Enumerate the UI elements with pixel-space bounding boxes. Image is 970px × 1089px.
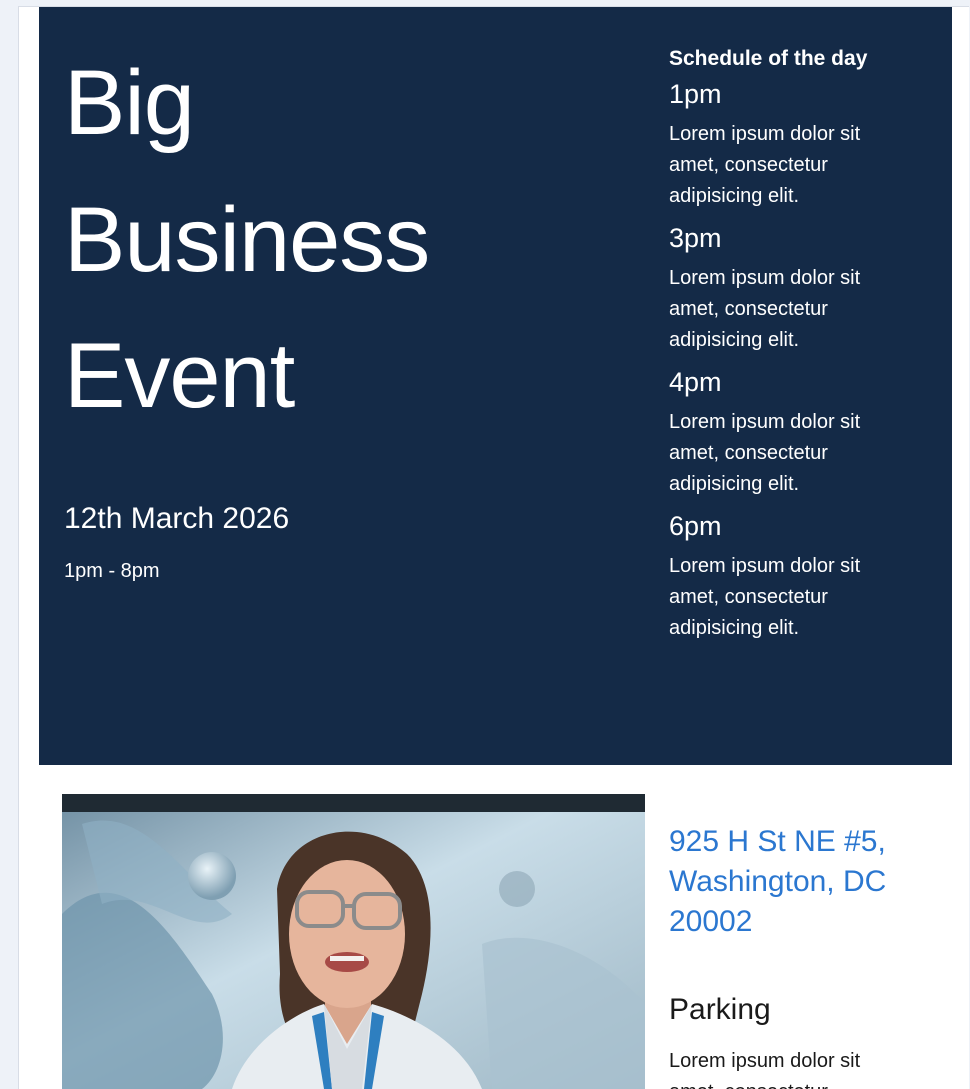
event-date: 12th March 2026 [64, 502, 290, 535]
schedule-slot-time: 4pm [669, 367, 722, 397]
page: Big Business Event 12th March 2026 1pm -… [0, 0, 970, 1089]
speaker-photo [62, 794, 645, 1089]
schedule-slot-time: 6pm [669, 511, 722, 541]
parking-heading: Parking [669, 993, 771, 1026]
schedule-slot-description: Lorem ipsum dolor sit amet, consectetur … [669, 267, 861, 351]
schedule-slot-description: Lorem ipsum dolor sit amet, consectetur … [669, 123, 861, 207]
event-title-line: Big [64, 52, 195, 154]
schedule-slot-description: Lorem ipsum dolor sit amet, consectetur … [669, 411, 861, 495]
schedule-panel: Schedule of the day 1pm Lorem ipsum dolo… [669, 45, 939, 654]
event-hero: Big Business Event 12th March 2026 1pm -… [39, 7, 952, 765]
event-address-link[interactable]: 925 H St NE #5, Washington, DC 20002 [669, 822, 929, 942]
schedule-slot-time: 3pm [669, 223, 722, 253]
event-time: 1pm - 8pm [64, 560, 160, 582]
schedule-slot-time: 1pm [669, 79, 722, 109]
event-title-line: Business [64, 189, 430, 291]
schedule-heading: Schedule of the day [669, 47, 868, 70]
schedule-slot-description: Lorem ipsum dolor sit amet, consectetur … [669, 555, 861, 639]
event-title-line: Event [64, 325, 295, 427]
parking-description: Lorem ipsum dolor sit amet, consectetur [669, 1050, 861, 1089]
